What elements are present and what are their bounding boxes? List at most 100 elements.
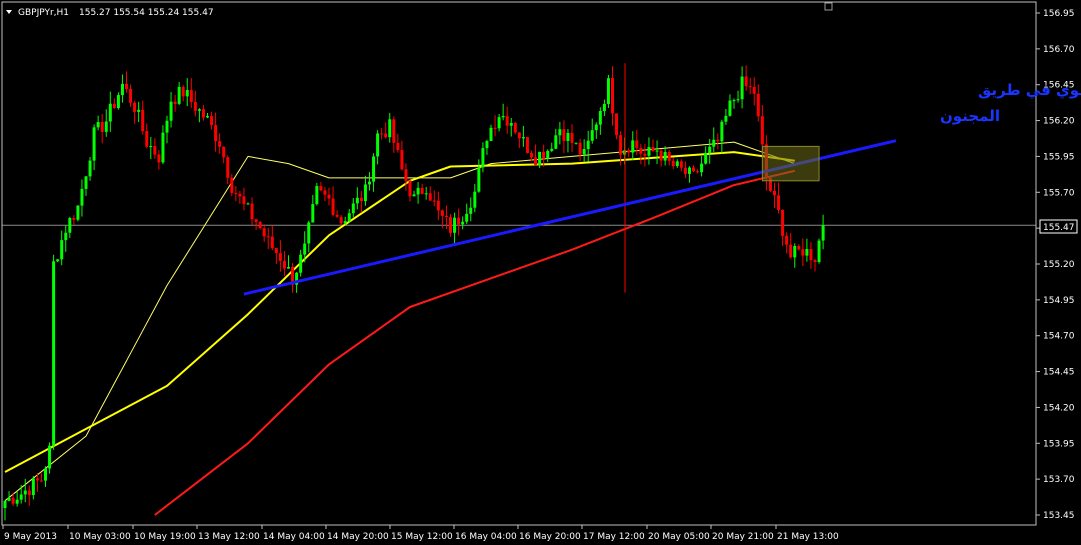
candle-body (606, 78, 610, 104)
candle-body (449, 217, 452, 233)
candle-body (185, 90, 189, 97)
candle-body (307, 222, 311, 244)
candle-body (84, 176, 88, 189)
chart-header: GBPJPYr,H1 155.27 155.54 155.24 155.47 (6, 8, 214, 18)
candle-body (428, 193, 432, 201)
ohlc-readout: 155.27 155.54 155.24 155.47 (79, 8, 214, 18)
candle-body (505, 115, 509, 126)
candle-body (477, 167, 481, 192)
y-tick-label: 154.95 (1043, 296, 1075, 306)
candle-body (813, 260, 817, 262)
candle-body (716, 139, 720, 142)
candle-body (120, 83, 124, 96)
candle-body (315, 186, 319, 205)
candle-body (639, 147, 643, 154)
candle-body (736, 99, 740, 101)
candle-body (242, 196, 246, 205)
candle-body (311, 204, 315, 223)
candle-body (692, 167, 695, 172)
candle-body (578, 142, 582, 155)
candle-body (141, 109, 145, 132)
x-tick-label: 14 May 04:00 (263, 532, 325, 542)
candle-body (112, 103, 116, 108)
candle-body (331, 198, 335, 215)
candle-body (368, 181, 371, 185)
candle-body (153, 146, 157, 155)
candle-body (586, 140, 590, 150)
candle-body (88, 160, 92, 177)
candle-body (574, 142, 578, 144)
candle-body (7, 497, 11, 501)
y-tick-label: 156.20 (1043, 117, 1075, 127)
price-chart[interactable]: 156.95156.70156.45156.20155.95155.70155.… (0, 0, 1081, 545)
candle-body (287, 266, 290, 269)
candle-body (530, 153, 533, 158)
candle-body (647, 147, 651, 156)
candle-body (258, 222, 262, 229)
candle-body (44, 468, 47, 481)
candle-body (343, 221, 347, 224)
x-tick-label: 15 May 12:00 (391, 532, 453, 542)
candle-body (226, 157, 230, 178)
y-tick-label: 156.70 (1043, 45, 1075, 55)
candle-body (96, 122, 100, 128)
symbol-label: GBPJPYr,H1 (18, 8, 69, 18)
candle-body (554, 135, 558, 149)
candle-body (351, 203, 355, 214)
candle-body (631, 140, 635, 153)
candle-body (732, 100, 736, 102)
candle-body (655, 150, 659, 152)
x-tick-label: 21 May 13:00 (777, 532, 839, 542)
candle-body (748, 86, 752, 88)
candle-body (663, 151, 667, 161)
candle-body (64, 232, 68, 241)
candle-body (542, 151, 546, 159)
candle-body (752, 86, 756, 94)
candle-body (76, 205, 80, 220)
y-tick-label: 156.95 (1043, 9, 1075, 19)
candle-body (485, 141, 489, 149)
candle-body (781, 209, 785, 236)
candle-body (193, 101, 197, 111)
candle-body (39, 480, 43, 482)
candle-body (667, 151, 671, 161)
candle-body (165, 120, 169, 133)
x-tick-label: 20 May 05:00 (648, 532, 710, 542)
candle-body (181, 86, 185, 97)
candle-body (408, 180, 412, 197)
x-tick-label: 14 May 20:00 (327, 532, 389, 542)
candle-body (720, 121, 724, 142)
candle-body (424, 193, 428, 195)
y-tick-label: 153.70 (1043, 475, 1075, 485)
candle-body (432, 200, 436, 202)
x-tick-label: 10 May 19:00 (134, 532, 196, 542)
candle-body (501, 115, 505, 118)
candle-body (299, 254, 303, 273)
candle-body (400, 150, 404, 170)
candle-body (566, 132, 570, 141)
candle-body (238, 193, 242, 197)
candle-body (570, 132, 574, 143)
candle-body (23, 490, 27, 495)
candle-body (129, 88, 133, 103)
candle-body (206, 116, 209, 118)
candle-body (724, 115, 728, 122)
candle-body (760, 116, 764, 145)
x-tick-label: 20 May 21:00 (712, 532, 774, 542)
candle-body (793, 245, 797, 258)
candle-body (643, 153, 647, 156)
y-tick-label: 155.20 (1043, 260, 1075, 270)
candle-body (169, 101, 173, 121)
candle-body (250, 203, 254, 220)
price-tag-text: 155.47 (1043, 223, 1075, 233)
candle-body (19, 494, 23, 500)
candle-body (27, 490, 31, 496)
candle-body (137, 109, 141, 112)
candle-body (104, 121, 108, 132)
candle-body (11, 497, 15, 504)
candle-body (534, 157, 538, 166)
candle-body (201, 109, 205, 118)
candle-body (278, 253, 282, 261)
candle-body (700, 163, 704, 173)
candle-body (388, 119, 392, 138)
